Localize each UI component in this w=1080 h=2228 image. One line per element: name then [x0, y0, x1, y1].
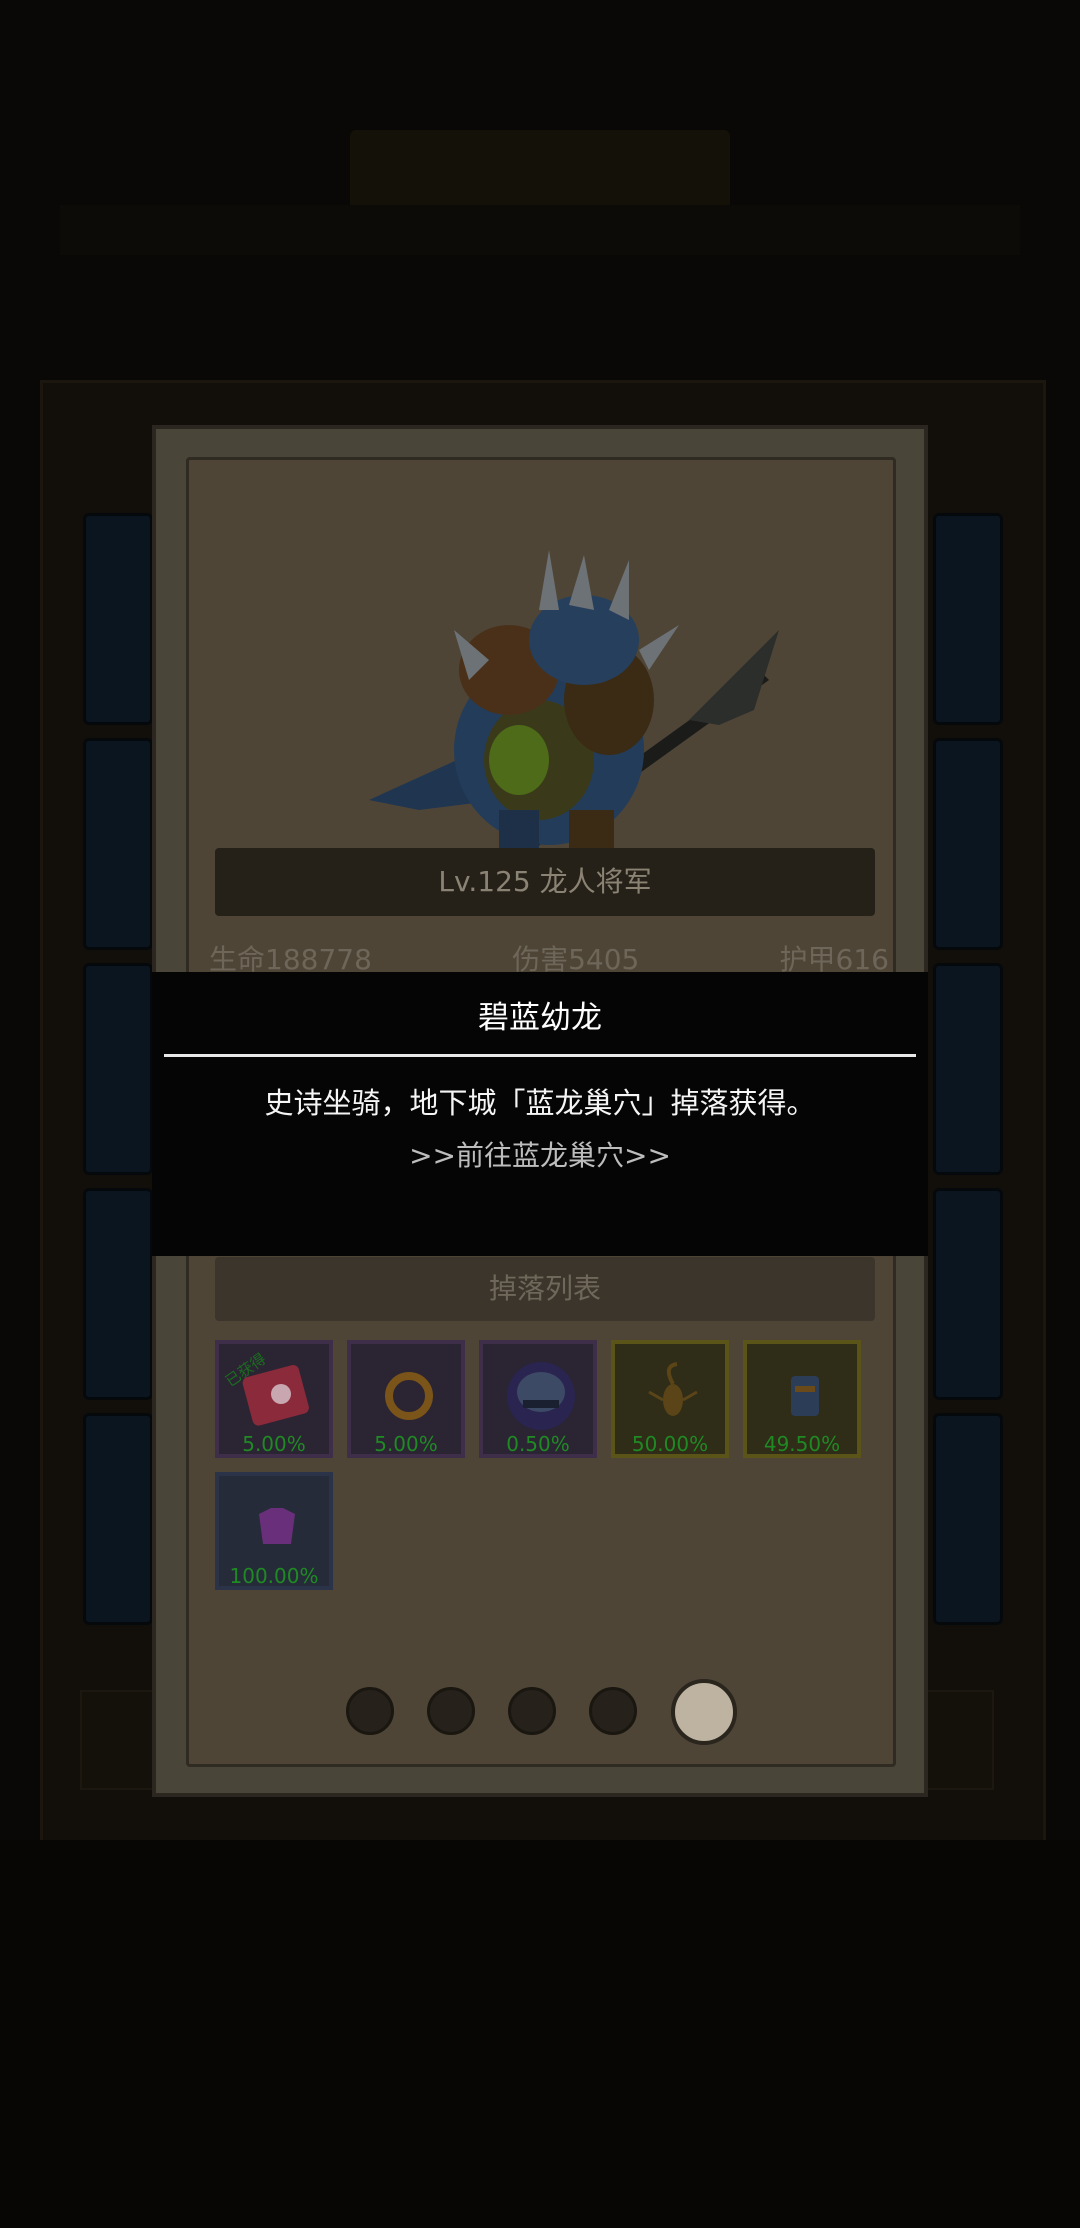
helmet-orb-icon — [507, 1362, 575, 1430]
background-tile — [83, 1188, 153, 1400]
drop-item[interactable]: 50.00% — [611, 1340, 729, 1458]
drop-item[interactable]: 5.00% — [347, 1340, 465, 1458]
background-title-bar — [350, 130, 730, 210]
drop-rate: 49.50% — [763, 1432, 841, 1456]
page-dot[interactable] — [589, 1687, 637, 1735]
dragon-general-portrait — [369, 550, 779, 865]
monster-name-banner: Lv.125 龙人将军 — [215, 848, 875, 916]
tooltip-divider — [164, 1054, 916, 1057]
background-tile — [933, 963, 1003, 1175]
tooltip-title: 碧蓝幼龙 — [478, 1000, 602, 1036]
drop-item[interactable]: 0.50% — [479, 1340, 597, 1458]
scorpion-icon — [648, 1362, 698, 1416]
background-tile — [83, 1413, 153, 1625]
background-tile — [83, 513, 153, 725]
page-indicator — [156, 1679, 932, 1745]
drop-item[interactable]: 49.50% — [743, 1340, 861, 1458]
background-tile — [933, 513, 1003, 725]
drop-rate: 0.50% — [506, 1432, 570, 1456]
page-dot-active[interactable] — [671, 1679, 737, 1745]
drop-rate: 100.00% — [229, 1564, 319, 1588]
tooltip-description: 史诗坐骑，地下城「蓝龙巢穴」掉落获得。 — [264, 1086, 816, 1120]
page-dot[interactable] — [346, 1687, 394, 1735]
drop-rate: 5.00% — [374, 1432, 438, 1456]
drop-list-header: 掉落列表 — [215, 1257, 875, 1321]
background-tile — [83, 963, 153, 1175]
background-tile — [933, 1413, 1003, 1625]
item-tooltip[interactable]: 碧蓝幼龙 史诗坐骑，地下城「蓝龙巢穴」掉落获得。 >>前往蓝龙巢穴>> — [152, 972, 928, 1256]
page-dot[interactable] — [427, 1687, 475, 1735]
drop-item[interactable]: 已获得 5.00% — [215, 1340, 333, 1458]
scroll-icon — [791, 1376, 819, 1416]
page-dot[interactable] — [508, 1687, 556, 1735]
background-tile — [933, 738, 1003, 950]
drop-rate: 5.00% — [242, 1432, 306, 1456]
background-tile — [933, 1188, 1003, 1400]
goto-dungeon-link[interactable]: >>前往蓝龙巢穴>> — [152, 1134, 928, 1174]
drop-item[interactable]: 100.00% — [215, 1472, 333, 1590]
purple-armor-icon — [259, 1508, 295, 1544]
background-tile — [83, 738, 153, 950]
drop-rate: 50.00% — [631, 1432, 709, 1456]
gold-ring-icon — [385, 1372, 433, 1420]
background-subheader — [60, 205, 1020, 255]
background-footer — [0, 1840, 1080, 2228]
